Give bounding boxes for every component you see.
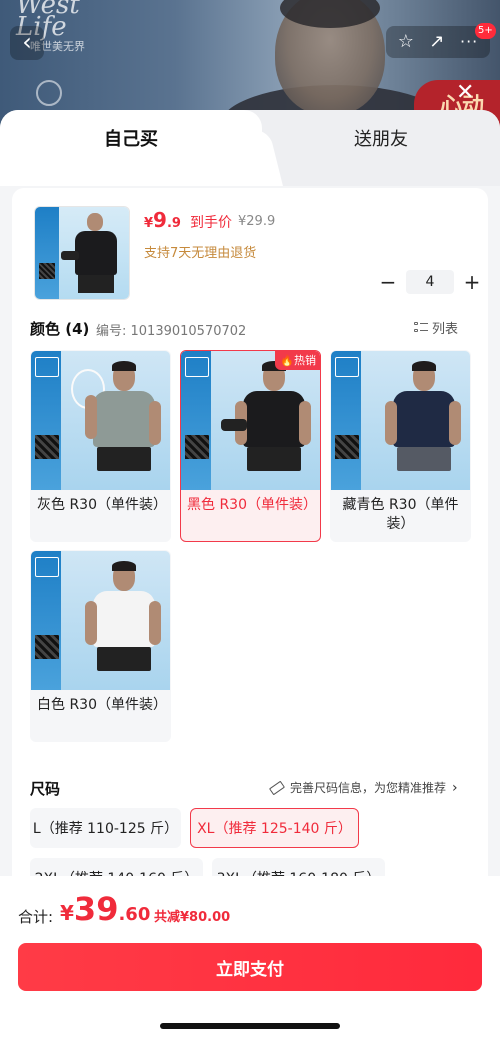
return-policy: 支持7天无理由退货 <box>144 246 257 261</box>
increase-button[interactable]: + <box>458 271 486 293</box>
more-icon[interactable]: ··· <box>460 33 478 51</box>
size-section-title: 尺码 <box>30 780 61 798</box>
quantity-stepper: − 4 + <box>374 270 486 294</box>
sku-card: ¥9.9 到手价 ¥29.9 支持7天无理由退货 − 4 + 颜色 (4) 编号… <box>12 188 488 908</box>
variant-shirt <box>93 591 155 647</box>
home-indicator <box>160 1023 340 1029</box>
tab-gift[interactable]: 送朋友 <box>262 110 500 166</box>
price-label: 到手价 <box>190 215 232 231</box>
variant-shirt <box>243 391 305 447</box>
variant-shirt <box>393 391 455 447</box>
tab-bar: 送朋友 自己买 <box>0 110 500 186</box>
hot-sale-badge: 🔥热销 <box>275 351 320 370</box>
color-option-navy[interactable]: 藏青色 R30（单件装） <box>330 350 471 542</box>
variant-photo <box>31 351 170 490</box>
total-amount: ¥39.60 <box>60 890 151 928</box>
list-toggle-label: 列表 <box>432 322 459 337</box>
variant-label: 灰色 R30（单件装） <box>37 497 167 513</box>
back-button[interactable]: ‹ <box>10 26 44 60</box>
size-chip-l[interactable]: L（推荐 110-125 斤） <box>30 808 181 848</box>
total-label: 合计: <box>18 908 54 926</box>
pay-now-button[interactable]: 立即支付 <box>18 943 482 991</box>
size-chip-xl[interactable]: XL（推荐 125-140 斤） <box>190 808 359 848</box>
color-option-black[interactable]: 🔥热销 黑色 R30（单件装） <box>180 350 321 542</box>
notification-badge: 5+ <box>475 23 496 39</box>
list-view-toggle[interactable]: 列表 <box>414 318 458 337</box>
flame-icon: 🔥 <box>280 354 294 367</box>
original-price: ¥29.9 <box>238 214 276 229</box>
discount-text: 共减¥80.00 <box>154 910 231 925</box>
variant-photo <box>181 351 320 490</box>
variant-photo <box>331 351 470 490</box>
color-option-gray[interactable]: 灰色 R30（单件装） <box>30 350 171 542</box>
color-section-title: 颜色 (4) <box>30 320 90 338</box>
variant-label: 黑色 R30（单件装） <box>187 497 317 513</box>
variant-label: 白色 R30（单件装） <box>37 697 167 713</box>
variant-label: 藏青色 R30（单件装） <box>342 497 459 532</box>
current-price: ¥9.9 <box>144 208 181 232</box>
size-recommend-link[interactable]: 完善尺码信息，为您精准推荐 › <box>268 779 458 796</box>
size-hint-text: 完善尺码信息，为您精准推荐 <box>290 781 447 795</box>
quantity-input[interactable]: 4 <box>406 270 454 294</box>
star-icon[interactable]: ☆ <box>398 33 414 51</box>
close-icon[interactable]: ✕ <box>456 80 474 105</box>
tab-self-buy[interactable]: 自己买 <box>0 110 262 186</box>
share-icon[interactable]: ↗ <box>429 33 444 51</box>
decrease-button[interactable]: − <box>374 271 402 293</box>
chevron-right-icon: › <box>452 779 458 796</box>
checkout-footer: 合计: ¥39.60 共减¥80.00 立即支付 <box>0 876 500 1037</box>
chevron-left-icon: ‹ <box>22 28 32 56</box>
color-option-white[interactable]: 白色 R30（单件装） <box>30 550 171 742</box>
list-icon <box>414 321 428 334</box>
variant-photo <box>31 551 170 690</box>
product-code: 编号: 10139010570702 <box>96 324 247 339</box>
product-thumbnail[interactable] <box>34 206 130 300</box>
variant-shirt <box>93 391 155 447</box>
ruler-icon <box>268 780 286 795</box>
leaf-logo-icon <box>36 80 62 106</box>
